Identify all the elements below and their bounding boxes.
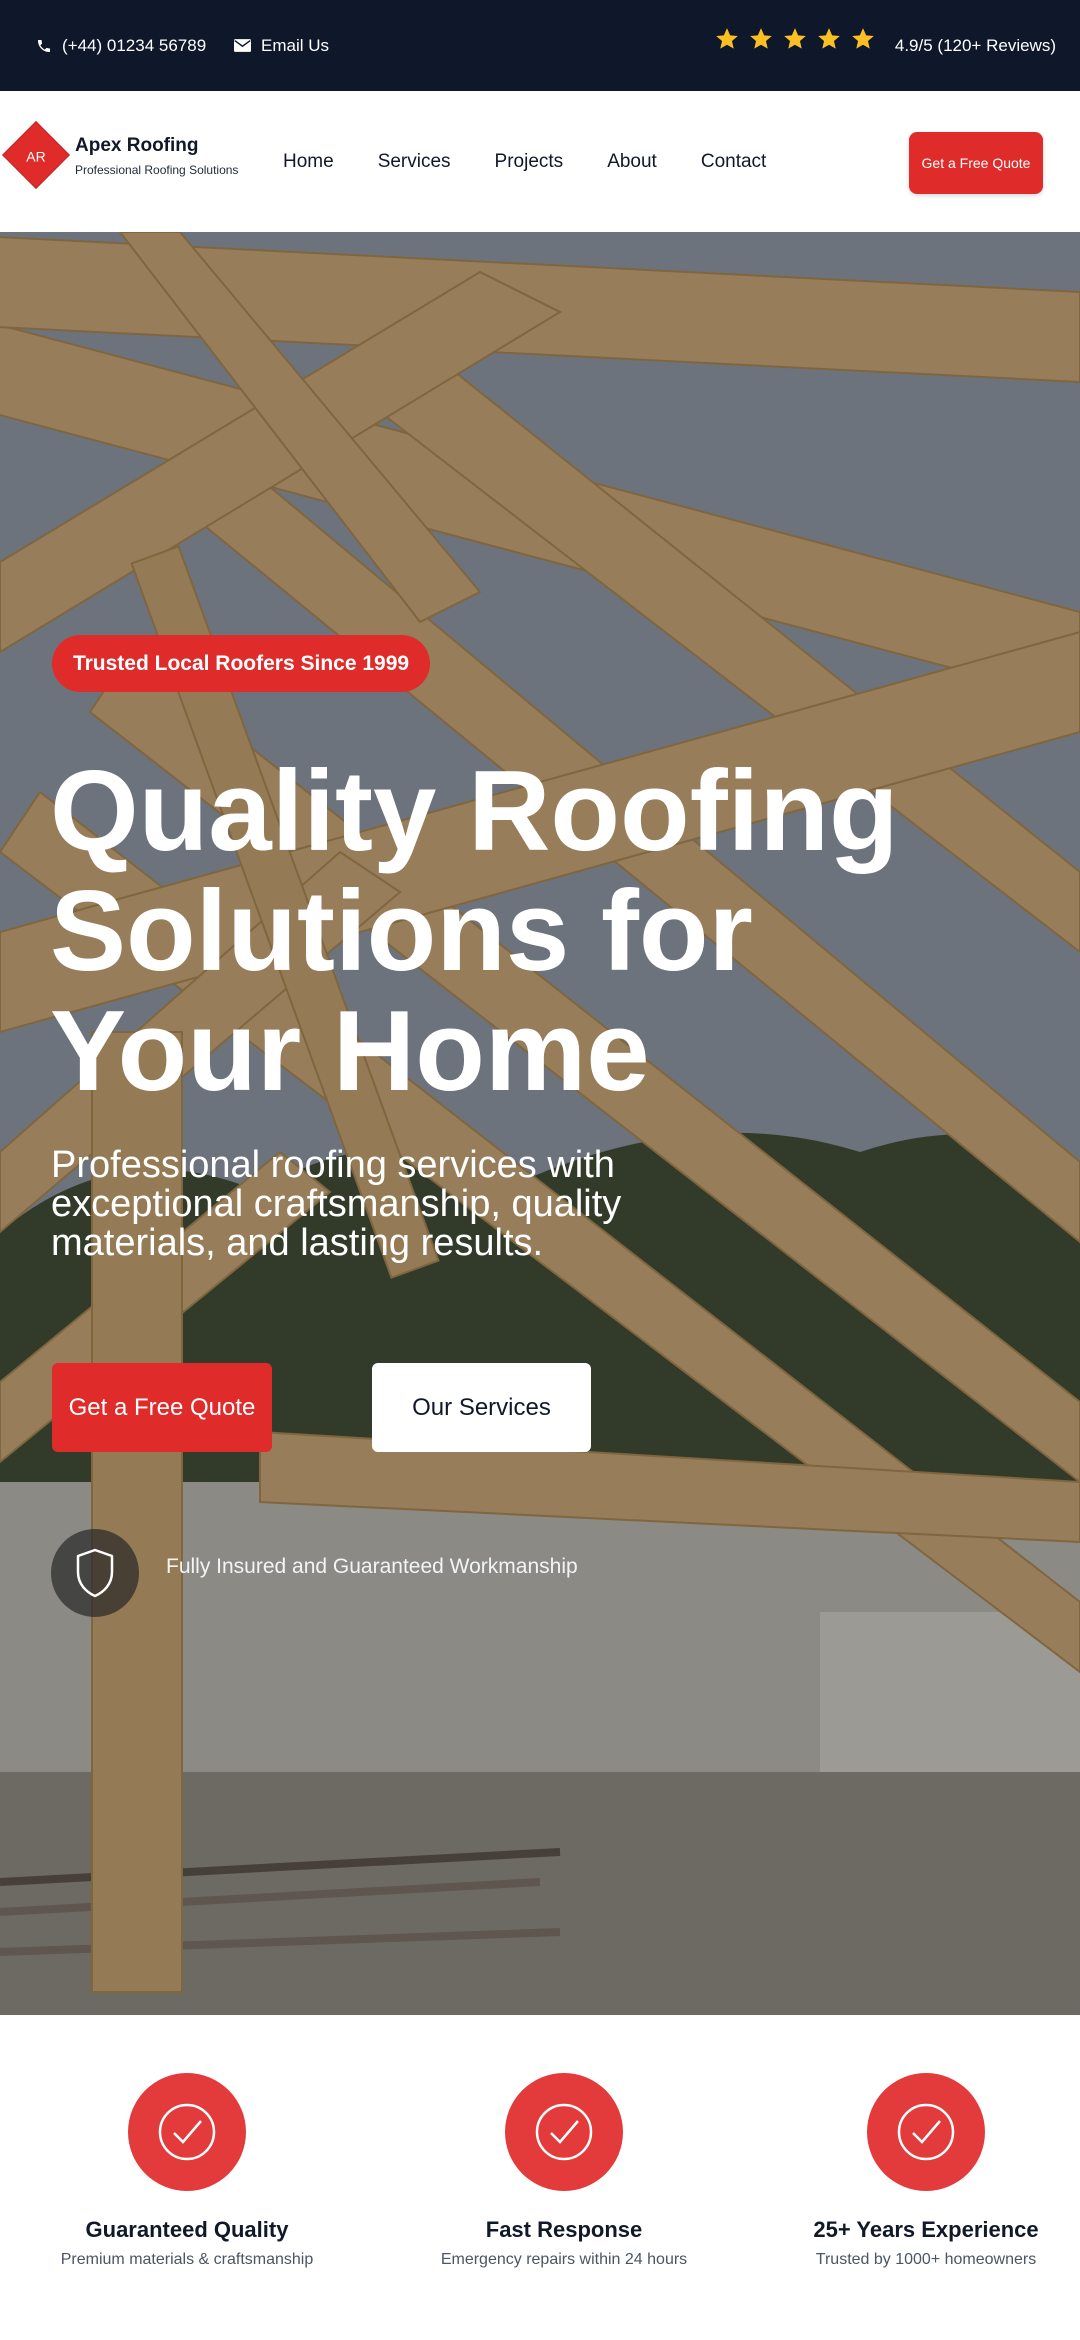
feature-description: Trusted by 1000+ homeowners	[815, 2251, 1037, 2268]
hero-title: Quality Roofing Solutions for Your Home	[50, 748, 899, 1115]
phone-icon	[38, 39, 50, 52]
trust-badge: Trusted Local Roofers Since 1999	[52, 635, 430, 692]
email-label: Email Us	[261, 35, 330, 55]
check-circle-icon	[128, 2073, 246, 2191]
check-circle-icon	[867, 2073, 985, 2191]
feature-title: Fast Response	[485, 2217, 643, 2242]
feature-title: Guaranteed Quality	[85, 2217, 289, 2242]
hero-overlay	[0, 232, 1080, 2015]
rating-stars	[714, 26, 876, 52]
logo-initials: AR	[26, 148, 46, 165]
feature-description: Premium materials & craftsmanship	[60, 2251, 314, 2268]
features-section: Guaranteed Quality Premium materials & c…	[0, 2015, 1080, 2340]
assurance-text: Fully Insured and Guaranteed Workmanship	[166, 1555, 578, 1578]
shield-icon	[51, 1529, 139, 1617]
feature-title: 25+ Years Experience	[813, 2217, 1039, 2242]
our-services-button[interactable]: Our Services	[372, 1363, 591, 1452]
rating-text: 4.9/5 (120+ Reviews)	[894, 35, 1056, 55]
nav-quote-button[interactable]: Get a Free Quote	[909, 132, 1043, 194]
hero-subtitle: Professional roofing services with excep…	[51, 1144, 622, 1264]
check-circle-icon	[505, 2073, 623, 2191]
feature-description: Emergency repairs within 24 hours	[440, 2251, 688, 2268]
feature-fast-response: Fast Response Emergency repairs within 2…	[384, 2073, 744, 2269]
phone-link[interactable]: (+44) 01234 56789	[36, 0, 206, 91]
brand-tagline: Professional Roofing Solutions	[75, 163, 239, 177]
nav-links: Home Services Projects About Contact	[283, 91, 810, 232]
star-icon	[748, 26, 774, 52]
email-link[interactable]: Email Us	[234, 0, 329, 91]
logo[interactable]: AR	[2, 121, 70, 189]
get-quote-button[interactable]: Get a Free Quote	[52, 1363, 272, 1452]
star-icon	[782, 26, 808, 52]
brand-name[interactable]: Apex Roofing	[75, 135, 199, 157]
nav-services[interactable]: Services	[378, 151, 451, 173]
nav-about[interactable]: About	[607, 151, 657, 173]
phone-number: (+44) 01234 56789	[62, 35, 207, 55]
nav-contact[interactable]: Contact	[701, 151, 766, 173]
top-contact-bar: (+44) 01234 56789 Email Us 4.9/5 (120+ R…	[0, 0, 1080, 91]
feature-guaranteed-quality: Guaranteed Quality Premium materials & c…	[7, 2073, 367, 2269]
star-icon	[850, 26, 876, 52]
mail-icon	[234, 39, 251, 52]
feature-experience: 25+ Years Experience Trusted by 1000+ ho…	[746, 2073, 1080, 2269]
hero-section: Trusted Local Roofers Since 1999 Quality…	[0, 232, 1080, 2015]
nav-projects[interactable]: Projects	[495, 151, 564, 173]
star-icon	[816, 26, 842, 52]
main-navigation: AR Apex Roofing Professional Roofing Sol…	[0, 91, 1080, 232]
nav-home[interactable]: Home	[283, 151, 334, 173]
star-icon	[714, 26, 740, 52]
